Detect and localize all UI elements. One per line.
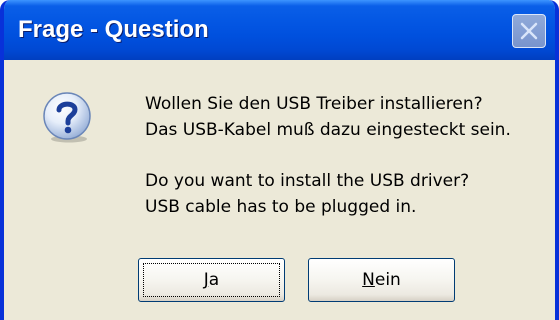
message-text: Wollen Sie den USB Treiber installieren?… bbox=[145, 91, 511, 220]
close-icon bbox=[520, 22, 538, 40]
title-bar[interactable]: Frage - Question bbox=[4, 0, 555, 60]
dialog-body: Wollen Sie den USB Treiber installieren?… bbox=[4, 60, 555, 320]
message-line-de-1: Wollen Sie den USB Treiber installieren? bbox=[145, 94, 483, 114]
yes-button[interactable]: Ja bbox=[138, 258, 285, 302]
message-line-en-2: USB cable has to be plugged in. bbox=[145, 197, 417, 217]
close-button[interactable] bbox=[512, 14, 546, 48]
question-icon bbox=[43, 92, 91, 143]
yes-button-label-rest: a bbox=[208, 270, 220, 290]
no-button-label-rest: ein bbox=[374, 270, 401, 290]
window-title: Frage - Question bbox=[18, 16, 209, 43]
no-button[interactable]: Nein bbox=[308, 258, 455, 302]
question-dialog: Frage - Question Wollen Sie den USB Trei… bbox=[0, 0, 559, 320]
message-line-de-2: Das USB-Kabel muß dazu eingesteckt sein. bbox=[145, 120, 511, 140]
no-button-mnemonic: N bbox=[362, 270, 375, 290]
no-button-label: Nein bbox=[362, 270, 401, 290]
message-line-en-1: Do you want to install the USB driver? bbox=[145, 171, 470, 191]
yes-button-label: Ja bbox=[204, 270, 219, 290]
